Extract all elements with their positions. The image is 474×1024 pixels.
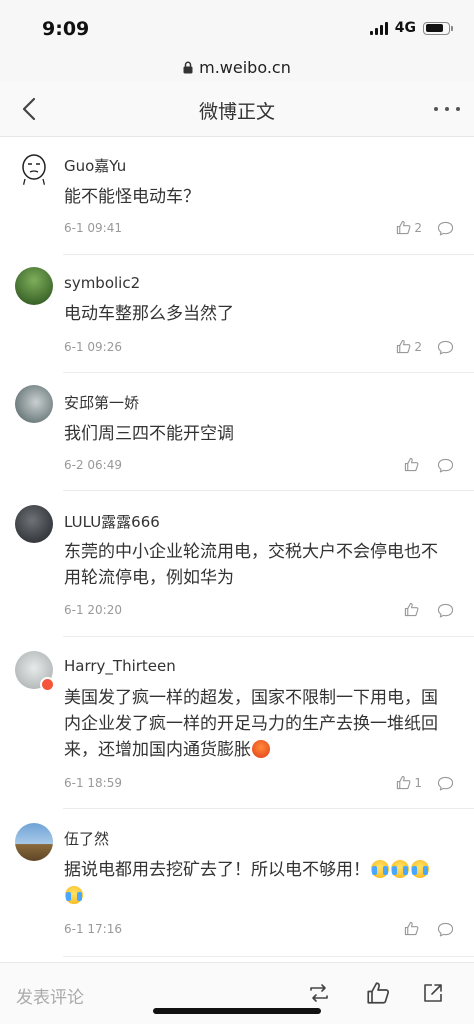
comment-text: 美国发了疯一样的超发，国家不限制一下用电，国内企业发了疯一样的开足马力的生产去换… xyxy=(64,685,448,763)
comment-item: 安邱第一娇 我们周三四不能开空调 6-2 06:49 xyxy=(0,373,474,491)
avatar[interactable] xyxy=(15,385,53,423)
avatar[interactable] xyxy=(15,505,53,543)
comment-text: 能不能怪电动车？ xyxy=(64,187,200,207)
like-icon xyxy=(397,339,411,354)
comment-text: 电动车整那么多当然了 xyxy=(64,304,234,324)
comment-text: 据说电都用去挖矿去了！所以电不够用！ xyxy=(64,857,448,909)
like-count: 2 xyxy=(414,339,422,354)
like-count: 2 xyxy=(414,220,422,235)
avatar[interactable] xyxy=(15,267,53,305)
nav-bar: 微博正文 xyxy=(0,82,474,137)
cartoon-face-icon xyxy=(22,154,46,188)
crying-emoji-icon xyxy=(371,860,389,878)
comment-time: 6-1 09:41 xyxy=(64,221,122,235)
comment-username[interactable]: symbolic2 xyxy=(64,274,140,292)
like-button[interactable] xyxy=(404,921,422,936)
comment-input[interactable]: 发表评论 xyxy=(16,983,84,1008)
home-indicator[interactable] xyxy=(153,1008,321,1014)
comment-username[interactable]: 安邱第一娇 xyxy=(64,392,139,413)
like-icon xyxy=(397,775,411,790)
status-time: 9:09 xyxy=(42,18,90,40)
status-bar: 9:09 4G xyxy=(0,0,474,52)
reply-icon[interactable] xyxy=(437,221,454,236)
comment-item: Harry_Thirteen 美国发了疯一样的超发，国家不限制一下用电，国内企业… xyxy=(0,637,474,809)
like-button[interactable]: 1 xyxy=(396,775,422,790)
like-icon xyxy=(397,220,411,235)
like-icon xyxy=(404,921,419,936)
comment-time: 6-1 17:16 xyxy=(64,922,122,936)
page-title: 微博正文 xyxy=(198,101,275,123)
crying-emoji-icon xyxy=(391,860,409,878)
comment-text-content: 美国发了疯一样的超发，国家不限制一下用电，国内企业发了疯一样的开足马力的生产去换… xyxy=(64,688,438,760)
signal-icon xyxy=(369,21,388,35)
verified-badge-icon xyxy=(40,677,55,692)
angry-emoji-icon xyxy=(252,740,270,758)
like-icon xyxy=(404,457,419,472)
comment-time: 6-1 20:20 xyxy=(64,603,122,617)
like-button[interactable] xyxy=(404,602,422,617)
repost-icon[interactable] xyxy=(307,981,331,1005)
crying-emoji-icon xyxy=(411,860,429,878)
comment-time: 6-1 18:59 xyxy=(64,776,122,790)
avatar[interactable] xyxy=(15,150,53,188)
comment-item: 伍了然 据说电都用去挖矿去了！所以电不够用！ 6-1 17:16 xyxy=(0,809,474,957)
reply-icon[interactable] xyxy=(437,922,454,937)
share-icon[interactable] xyxy=(421,981,445,1005)
reply-icon[interactable] xyxy=(437,458,454,473)
network-type: 4G xyxy=(394,20,416,36)
url-text: m.weibo.cn xyxy=(199,57,291,77)
status-indicators: 4G xyxy=(369,20,453,36)
comment-item: symbolic2 电动车整那么多当然了 6-1 09:26 2 xyxy=(0,255,474,373)
comment-time: 6-1 09:26 xyxy=(64,340,122,354)
reply-icon[interactable] xyxy=(437,603,454,618)
like-icon[interactable] xyxy=(366,981,390,1005)
like-button[interactable] xyxy=(404,457,422,472)
comment-text-content: 据说电都用去挖矿去了！所以电不够用！ xyxy=(64,860,370,880)
comment-time: 6-2 06:49 xyxy=(64,458,122,472)
more-icon xyxy=(434,107,438,111)
reply-icon[interactable] xyxy=(437,340,454,355)
like-button[interactable]: 2 xyxy=(396,220,422,235)
like-count: 1 xyxy=(414,775,422,790)
comment-username[interactable]: LULU露露666 xyxy=(64,511,160,532)
comment-item: Guo嘉Yu 能不能怪电动车？ 6-1 09:41 2 xyxy=(0,137,474,255)
bottom-action-bar: 发表评论 xyxy=(0,962,474,1024)
comment-item: LULU露露666 东莞的中小企业轮流用电，交税大户不会停电也不用轮流停电，例如… xyxy=(0,491,474,637)
comment-username[interactable]: Guo嘉Yu xyxy=(64,155,126,176)
comment-text: 我们周三四不能开空调 xyxy=(64,424,234,444)
comment-username[interactable]: Harry_Thirteen xyxy=(64,657,176,675)
url-bar[interactable]: m.weibo.cn xyxy=(0,52,474,82)
comment-text: 东莞的中小企业轮流用电，交税大户不会停电也不用轮流停电，例如华为 xyxy=(64,542,438,588)
crying-emoji-icon xyxy=(65,886,83,904)
more-button[interactable] xyxy=(434,98,460,120)
comment-username[interactable]: 伍了然 xyxy=(64,828,109,849)
like-icon xyxy=(404,602,419,617)
lock-icon xyxy=(183,61,193,73)
reply-icon[interactable] xyxy=(437,776,454,791)
avatar[interactable] xyxy=(15,823,53,861)
like-button[interactable]: 2 xyxy=(396,339,422,354)
battery-icon xyxy=(423,21,453,35)
